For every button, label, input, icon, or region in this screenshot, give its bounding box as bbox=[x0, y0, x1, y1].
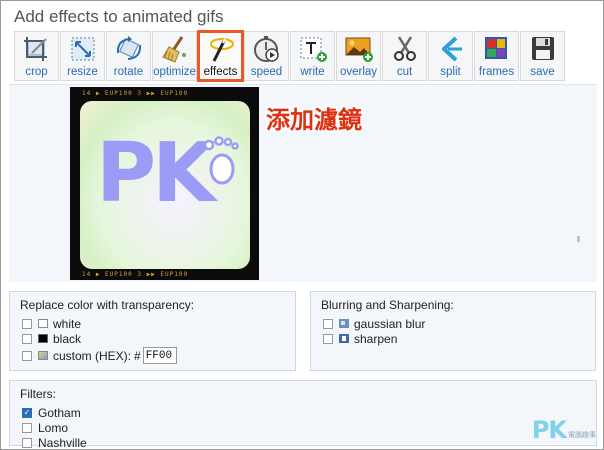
split-icon bbox=[441, 36, 462, 62]
white-swatch-icon bbox=[38, 319, 48, 328]
tool-label: cut bbox=[396, 66, 413, 78]
page-title: Add effects to animated gifs bbox=[14, 7, 224, 26]
tool-write[interactable]: write bbox=[290, 31, 335, 81]
magic-wand-icon bbox=[209, 38, 234, 62]
gaussian-blur-checkbox[interactable] bbox=[323, 318, 333, 329]
option-sharpen[interactable]: sharpen bbox=[323, 331, 595, 346]
lomo-checkbox[interactable] bbox=[22, 422, 32, 433]
hex-color-input[interactable] bbox=[142, 347, 177, 364]
gif-logo-text: PK bbox=[96, 126, 216, 221]
nashville-checkbox[interactable] bbox=[22, 437, 32, 448]
blur-title: Blurring and Sharpening: bbox=[321, 298, 454, 312]
floppy-disk-icon bbox=[531, 37, 554, 60]
crop-icon bbox=[23, 37, 47, 61]
blur-icon bbox=[339, 319, 349, 328]
option-label: Nashville bbox=[38, 435, 87, 450]
tool-optimize[interactable]: optimize bbox=[152, 31, 197, 81]
tool-rotate[interactable]: rotate bbox=[106, 31, 151, 81]
tool-label: resize bbox=[67, 66, 98, 78]
tool-label: write bbox=[300, 66, 325, 78]
tool-label: rotate bbox=[113, 66, 144, 78]
annotation-label: 添加濾鏡 bbox=[266, 106, 362, 134]
scroll-marker bbox=[577, 236, 580, 242]
transparency-title: Replace color with transparency: bbox=[20, 298, 195, 312]
film-edge-text: 14 ▶ EUP100 3 ▶▶ EUP100 bbox=[82, 90, 189, 97]
tool-crop[interactable]: crop bbox=[14, 31, 59, 81]
tool-effects[interactable]: effects bbox=[197, 30, 244, 82]
option-label: gaussian blur bbox=[354, 316, 426, 331]
option-nashville[interactable]: Nashville bbox=[22, 435, 596, 450]
tool-split[interactable]: split bbox=[428, 31, 473, 81]
resize-icon bbox=[71, 37, 94, 61]
option-white[interactable]: white bbox=[22, 316, 295, 331]
tool-label: effects bbox=[203, 66, 238, 78]
tool-overlay[interactable]: overlay bbox=[336, 31, 381, 81]
scissors-icon bbox=[393, 36, 416, 61]
tool-label: frames bbox=[478, 66, 515, 78]
option-black[interactable]: black bbox=[22, 331, 295, 346]
option-lomo[interactable]: Lomo bbox=[22, 420, 596, 435]
foot-icon bbox=[203, 136, 239, 185]
tool-label: save bbox=[530, 66, 555, 78]
custom-swatch-icon bbox=[38, 351, 48, 360]
tool-label: crop bbox=[25, 66, 48, 78]
option-label: black bbox=[53, 331, 82, 346]
text-icon bbox=[300, 37, 327, 62]
tool-cut[interactable]: cut bbox=[382, 31, 427, 81]
watermark-subtext: 電腦趣事 bbox=[568, 432, 596, 439]
stopwatch-icon bbox=[253, 36, 279, 62]
sharpen-checkbox[interactable] bbox=[323, 333, 333, 344]
option-gaussian-blur[interactable]: gaussian blur bbox=[323, 316, 595, 331]
rotate-icon bbox=[116, 36, 141, 60]
option-label: Lomo bbox=[38, 420, 69, 435]
black-checkbox[interactable] bbox=[22, 333, 32, 344]
watermark-logo: PK 電腦趣事 bbox=[532, 416, 596, 444]
option-custom[interactable]: custom (HEX): # bbox=[22, 346, 295, 365]
option-gotham[interactable]: ✓ Gotham bbox=[22, 405, 596, 420]
tool-label: split bbox=[440, 66, 461, 78]
watermark-text: PK bbox=[531, 416, 567, 444]
tool-resize[interactable]: resize bbox=[60, 31, 105, 81]
tool-label: speed bbox=[250, 66, 283, 78]
tool-label: overlay bbox=[339, 66, 378, 78]
sharpen-icon bbox=[339, 334, 349, 343]
black-swatch-icon bbox=[38, 334, 48, 343]
hash-symbol: # bbox=[134, 348, 141, 363]
frames-icon bbox=[484, 37, 507, 59]
option-label: Gotham bbox=[38, 405, 81, 420]
film-edge-text: 14 ▶ EUP100 3 ▶▶ EUP100 bbox=[82, 271, 189, 278]
option-label: white bbox=[53, 316, 82, 331]
white-checkbox[interactable] bbox=[22, 318, 32, 329]
option-label: sharpen bbox=[354, 331, 398, 346]
toolbar: crop resize rotate optimize effects spee… bbox=[14, 30, 566, 82]
tool-speed[interactable]: speed bbox=[244, 31, 289, 81]
transparency-panel: Replace color with transparency: white b… bbox=[9, 291, 296, 371]
filters-title: Filters: bbox=[20, 387, 56, 401]
option-label: custom (HEX): bbox=[53, 348, 132, 363]
custom-checkbox[interactable] bbox=[22, 350, 32, 361]
gotham-checkbox[interactable]: ✓ bbox=[22, 407, 32, 418]
gif-image: PK bbox=[80, 101, 250, 269]
tool-label: optimize bbox=[153, 66, 196, 78]
gif-preview: 14 ▶ EUP100 3 ▶▶ EUP100 PK 14 ▶ EUP100 3… bbox=[70, 87, 259, 280]
filters-panel: Filters: ✓ Gotham Lomo Nashville bbox=[9, 380, 597, 450]
image-overlay-icon bbox=[345, 37, 373, 62]
blur-panel: Blurring and Sharpening: gaussian blur s… bbox=[310, 291, 596, 371]
tool-frames[interactable]: frames bbox=[474, 31, 519, 81]
broom-icon bbox=[161, 36, 186, 63]
tool-save[interactable]: save bbox=[520, 31, 565, 81]
